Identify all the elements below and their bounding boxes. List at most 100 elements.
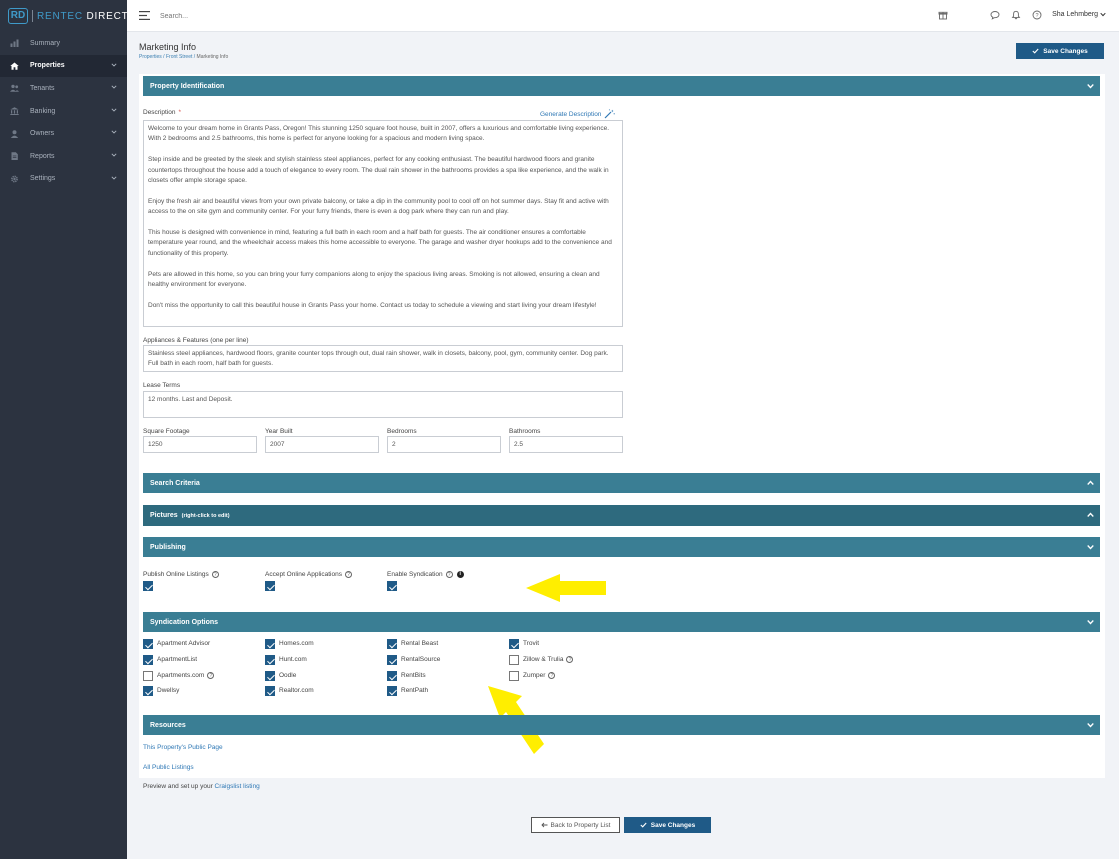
publish-online-listings-checkbox[interactable] <box>143 581 153 591</box>
chevron-up-icon <box>1087 480 1094 485</box>
gift-icon[interactable] <box>938 10 948 20</box>
bedrooms-input[interactable]: 2 <box>387 436 501 453</box>
all-public-listings-link[interactable]: All Public Listings <box>143 764 194 771</box>
section-title: Syndication Options <box>150 618 219 626</box>
description-textarea[interactable]: Welcome to your dream home in Grants Pas… <box>143 120 623 327</box>
syndication-checkbox-oodle[interactable] <box>265 671 275 681</box>
breadcrumb-property[interactable]: Front Street <box>166 54 192 60</box>
chevron-down-icon <box>111 108 117 112</box>
sidebar-item-label: Settings <box>30 175 56 183</box>
help-icon[interactable]: ? <box>344 571 352 578</box>
option-label: Apartments.com <box>157 672 205 680</box>
sidebar-item-banking[interactable]: Banking <box>0 100 127 123</box>
section-title: Resources <box>150 721 186 729</box>
appliances-features-textarea[interactable]: Stainless steel appliances, hardwood flo… <box>143 345 623 372</box>
option-label: ApartmentList <box>157 656 198 663</box>
help-icon[interactable]: ? <box>207 672 215 679</box>
sidebar-item-settings[interactable]: Settings <box>0 168 127 191</box>
generate-description-link[interactable]: Generate Description <box>540 109 616 119</box>
info-icon[interactable]: i <box>456 571 464 578</box>
save-changes-button-top[interactable]: Save Changes <box>1016 43 1104 59</box>
enable-syndication-checkbox[interactable] <box>387 581 397 591</box>
syndication-checkbox-trovit[interactable] <box>509 639 519 649</box>
sidebar-item-reports[interactable]: Reports <box>0 145 127 168</box>
chevron-down-icon <box>1100 12 1106 16</box>
bell-icon[interactable] <box>1011 10 1021 20</box>
section-header-search-criteria[interactable]: Search Criteria <box>143 473 1100 493</box>
chevron-down-icon <box>1087 545 1094 550</box>
craigslist-prefix: Preview and set up your <box>143 783 215 790</box>
rentec-direct-logo[interactable]: RD RENTEC DIRECT <box>8 8 128 25</box>
syndication-checkbox-zillow-trulia[interactable] <box>509 655 519 665</box>
syndication-label-zillow-trulia: Zillow & Trulia? <box>523 656 574 663</box>
option-label: Dwellsy <box>157 687 180 694</box>
check-icon <box>640 822 647 828</box>
logo-divider <box>32 10 33 22</box>
syndication-checkbox-rentpath[interactable] <box>387 686 397 696</box>
logo-mark: RD <box>8 8 28 24</box>
option-label: Enable Syndication <box>387 571 443 579</box>
svg-text:?: ? <box>1035 13 1038 19</box>
option-label: Zumper <box>523 672 546 680</box>
sidebar-item-tenants[interactable]: Tenants <box>0 77 127 100</box>
help-icon[interactable]: ? <box>211 571 219 578</box>
chat-icon[interactable] <box>990 10 1000 20</box>
syndication-checkbox-hunt-com[interactable] <box>265 655 275 665</box>
magic-wand-icon <box>604 109 616 119</box>
syndication-label-homes-com: Homes.com <box>279 640 314 647</box>
search-input[interactable] <box>160 10 460 22</box>
sidebar-item-summary[interactable]: Summary <box>0 32 127 55</box>
generate-description-label: Generate Description <box>540 110 602 118</box>
syndication-checkbox-apartmentlist[interactable] <box>143 655 153 665</box>
lease-terms-textarea[interactable]: 12 months. Last and Deposit. <box>143 391 623 418</box>
sidebar-item-label: Banking <box>30 107 56 115</box>
section-header-property-identification[interactable]: Property Identification <box>143 76 1100 96</box>
accept-online-applications-checkbox[interactable] <box>265 581 275 591</box>
page-title: Marketing Info <box>139 42 197 52</box>
help-icon[interactable]: ? <box>566 656 574 663</box>
craigslist-text: Preview and set up your Craigslist listi… <box>143 783 260 790</box>
breadcrumb-properties[interactable]: Properties <box>139 54 162 60</box>
section-header-pictures[interactable]: Pictures (right-click to edit) <box>143 505 1100 526</box>
bathrooms-input[interactable]: 2.5 <box>509 436 623 453</box>
syndication-checkbox-apartments-com[interactable] <box>143 671 153 681</box>
sidebar: RD RENTEC DIRECT Summary Properties Tenant… <box>0 0 128 859</box>
section-header-syndication-options[interactable]: Syndication Options <box>143 612 1100 632</box>
syndication-checkbox-apartment-advisor[interactable] <box>143 639 153 649</box>
square-footage-input[interactable]: 1250 <box>143 436 257 453</box>
sidebar-item-properties[interactable]: Properties <box>0 54 127 78</box>
description-paragraph: This house is designed with convenience … <box>148 229 612 257</box>
syndication-label-oodle: Oodle <box>279 672 296 679</box>
hamburger-menu-icon[interactable] <box>139 11 150 20</box>
sidebar-item-owners[interactable]: Owners <box>0 122 127 145</box>
syndication-checkbox-realtor-com[interactable] <box>265 686 275 696</box>
description-paragraph: Step inside and be greeted by the sleek … <box>148 156 609 185</box>
back-to-property-list-button[interactable]: Back to Property List <box>531 817 620 833</box>
year-built-input[interactable]: 2007 <box>265 436 379 453</box>
breadcrumb: Properties / Front Street / Marketing In… <box>139 54 229 60</box>
craigslist-listing-link[interactable]: Craigslist listing <box>215 783 260 790</box>
chevron-down-icon <box>111 176 117 180</box>
save-changes-button-bottom[interactable]: Save Changes <box>624 817 711 833</box>
help-icon[interactable]: ? <box>1032 10 1042 20</box>
property-public-page-link[interactable]: This Property's Public Page <box>143 744 223 751</box>
document-icon <box>10 152 19 161</box>
option-label: Realtor.com <box>279 687 314 694</box>
accept-online-applications-label: Accept Online Applications? <box>265 571 352 578</box>
syndication-checkbox-dwellsy[interactable] <box>143 686 153 696</box>
syndication-checkbox-rental-beast[interactable] <box>387 639 397 649</box>
section-title: Publishing <box>150 543 186 551</box>
section-header-resources[interactable]: Resources <box>143 715 1100 735</box>
syndication-checkbox-rentalsource[interactable] <box>387 655 397 665</box>
lease-terms-label: Lease Terms <box>143 382 181 389</box>
option-label: Accept Online Applications <box>265 571 342 579</box>
user-menu[interactable]: Sha Lehmberg <box>1052 11 1106 18</box>
syndication-checkbox-homes-com[interactable] <box>265 639 275 649</box>
chevron-up-icon <box>1087 512 1094 517</box>
syndication-label-rental-beast: Rental Beast <box>401 640 438 647</box>
section-header-publishing[interactable]: Publishing <box>143 537 1100 557</box>
help-icon[interactable]: ? <box>548 672 556 679</box>
syndication-checkbox-zumper[interactable] <box>509 671 519 681</box>
syndication-checkbox-rentbits[interactable] <box>387 671 397 681</box>
help-icon[interactable]: ? <box>445 571 453 578</box>
